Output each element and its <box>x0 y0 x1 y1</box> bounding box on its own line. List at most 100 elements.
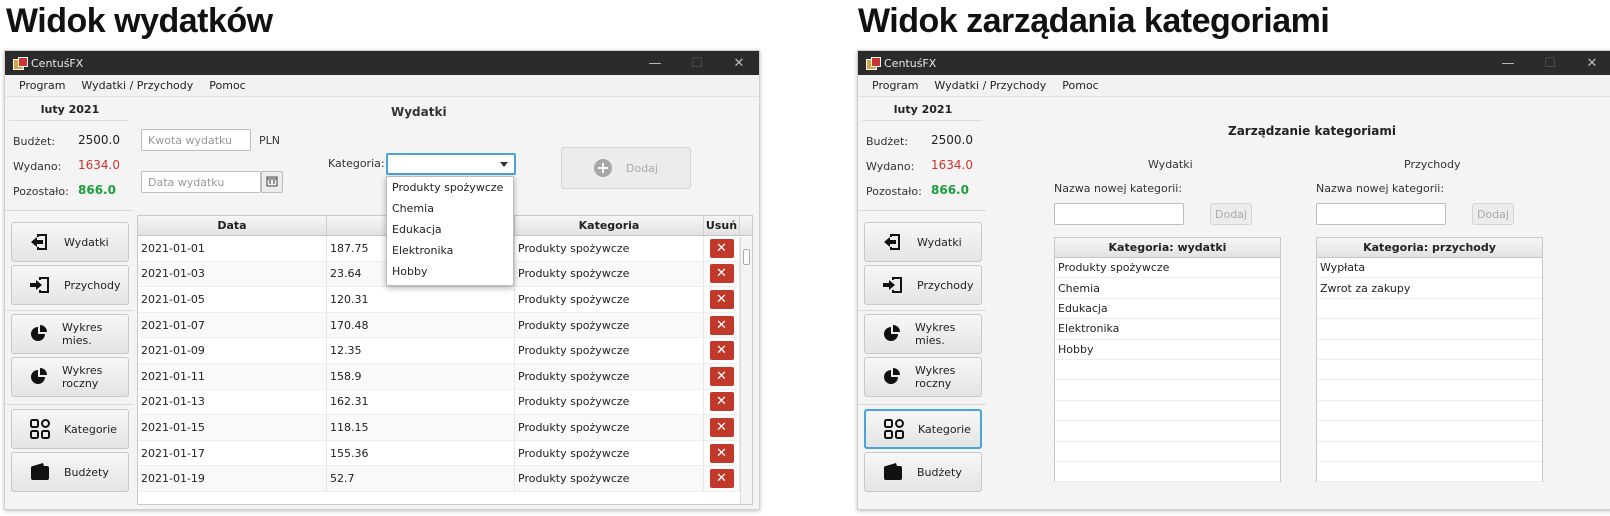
scroll-thumb[interactable] <box>743 249 750 265</box>
delete-row-button[interactable]: ✕ <box>709 238 734 258</box>
nav-categories-button[interactable]: Kategorie <box>11 409 129 449</box>
menu-help[interactable]: Pomoc <box>1062 79 1098 92</box>
nav-budgets-button[interactable]: Budżety <box>11 452 129 492</box>
table-row[interactable]: 2021-01-11 158.9 Produkty spożywcze ✕ <box>138 363 752 390</box>
delete-row-button[interactable]: ✕ <box>709 469 734 489</box>
menu-expenses-incomes[interactable]: Wydatki / Przychody <box>934 79 1046 92</box>
nav-expenses-button[interactable]: Wydatki <box>864 222 982 262</box>
expense-category-item[interactable]: Chemia <box>1055 278 1280 299</box>
income-category-item <box>1317 319 1542 340</box>
pie-chart-icon <box>30 367 48 387</box>
income-category-item <box>1317 401 1542 422</box>
add-income-category-button[interactable]: Dodaj <box>1472 203 1514 225</box>
amount-cell: 52.7 <box>327 466 515 491</box>
categories-window: CentuśFX — ☐ ✕ Program Wydatki / Przycho… <box>857 50 1610 510</box>
delete-cell: ✕ <box>704 261 740 287</box>
table-row[interactable]: 2021-01-05 120.31 Produkty spożywcze ✕ <box>138 287 752 313</box>
date-picker-button[interactable] <box>261 171 283 193</box>
menu-bar: Program Wydatki / Przychody Pomoc <box>5 75 759 97</box>
dropdown-option[interactable]: Edukacja <box>387 219 513 240</box>
category-cell: Produkty spożywcze <box>515 261 704 287</box>
nav-monthly-chart-button[interactable]: Wykres mies. <box>11 314 129 354</box>
delete-row-button[interactable]: ✕ <box>709 315 734 335</box>
menu-help[interactable]: Pomoc <box>209 79 245 92</box>
new-income-category-input[interactable] <box>1316 203 1446 225</box>
date-cell: 2021-01-17 <box>138 440 327 466</box>
category-cell: Produkty spożywcze <box>515 312 704 338</box>
dropdown-option[interactable]: Elektronika <box>387 240 513 261</box>
budget-value: 2500.0 <box>78 133 120 147</box>
amount-cell: 170.48 <box>327 312 515 338</box>
menu-expenses-incomes[interactable]: Wydatki / Przychody <box>81 79 193 92</box>
delete-row-button[interactable]: ✕ <box>709 417 734 437</box>
category-select[interactable] <box>386 153 516 175</box>
nav-budgets-button[interactable]: Budżety <box>864 452 982 492</box>
table-row[interactable]: 2021-01-13 162.31 Produkty spożywcze ✕ <box>138 389 752 416</box>
date-cell: 2021-01-07 <box>138 312 327 338</box>
table-body: Produkty spożywcze Chemia Edukacja Elektron… <box>1055 258 1280 483</box>
menu-program[interactable]: Program <box>872 79 918 92</box>
table-row[interactable]: 2021-01-15 118.15 Produkty spożywcze ✕ <box>138 415 752 441</box>
close-button[interactable]: ✕ <box>1572 51 1610 75</box>
delete-row-button[interactable]: ✕ <box>709 392 734 412</box>
income-category-item <box>1317 360 1542 381</box>
delete-row-button[interactable]: ✕ <box>709 289 734 309</box>
dropdown-option[interactable]: Hobby <box>387 261 513 282</box>
date-cell: 2021-01-19 <box>138 466 327 491</box>
column-category[interactable]: Kategoria <box>515 216 704 235</box>
nav-categories-button[interactable]: Kategorie <box>864 409 982 449</box>
nav-yearly-chart-button[interactable]: Wykres roczny <box>11 357 129 397</box>
column-delete[interactable]: Usuń <box>704 216 740 235</box>
nav-expenses-button[interactable]: Wydatki <box>11 222 129 262</box>
sign-out-icon <box>30 232 50 252</box>
maximize-button[interactable]: ☐ <box>1530 51 1570 75</box>
delete-row-button[interactable]: ✕ <box>709 366 734 386</box>
expense-category-item[interactable]: Edukacja <box>1055 299 1280 320</box>
maximize-button[interactable]: ☐ <box>677 51 717 75</box>
delete-row-button[interactable]: ✕ <box>709 264 734 284</box>
expense-category-item[interactable]: Elektronika <box>1055 319 1280 340</box>
new-expense-category-input[interactable] <box>1054 203 1184 225</box>
income-category-item <box>1317 442 1542 462</box>
delete-row-button[interactable]: ✕ <box>709 443 734 463</box>
add-expense-button[interactable]: Dodaj <box>561 147 691 189</box>
window-title: CentuśFX <box>31 56 84 70</box>
amount-cell: 120.31 <box>327 287 515 312</box>
amount-cell: 155.36 <box>327 440 515 466</box>
table-row[interactable]: 2021-01-17 155.36 Produkty spożywcze ✕ <box>138 440 752 467</box>
date-input[interactable]: Data wydatku <box>141 171 261 193</box>
nav-incomes-button[interactable]: Przychody <box>864 265 982 305</box>
table-header: Kategoria: przychody <box>1317 238 1542 258</box>
add-expense-category-button[interactable]: Dodaj <box>1210 203 1252 225</box>
minimize-button[interactable]: — <box>1488 51 1528 75</box>
minimize-button[interactable]: — <box>635 51 675 75</box>
expense-category-item <box>1055 401 1280 422</box>
category-cell: Produkty spożywcze <box>515 236 704 261</box>
table-row[interactable]: 2021-01-07 170.48 Produkty spożywcze ✕ <box>138 312 752 339</box>
app-icon <box>13 57 28 70</box>
dropdown-option[interactable]: Chemia <box>387 198 513 219</box>
close-button[interactable]: ✕ <box>719 51 759 75</box>
dropdown-option[interactable]: Produkty spożywcze <box>387 177 513 198</box>
amount-input[interactable]: Kwota wydatku <box>141 129 251 151</box>
expense-category-item[interactable]: Hobby <box>1055 340 1280 360</box>
delete-cell: ✕ <box>704 287 740 312</box>
table-header: Kategoria: wydatki <box>1055 238 1280 258</box>
income-category-item <box>1317 340 1542 360</box>
month-label: luty 2021 <box>40 103 100 116</box>
table-row[interactable]: 2021-01-19 52.7 Produkty spożywcze ✕ <box>138 466 752 492</box>
nav-incomes-button[interactable]: Przychody <box>11 265 129 305</box>
income-category-item[interactable]: Wypłata <box>1317 258 1542 279</box>
nav-yearly-chart-button[interactable]: Wykres roczny <box>864 357 982 397</box>
scrollbar[interactable] <box>740 237 752 504</box>
income-category-item[interactable]: Zwrot za zakupy <box>1317 278 1542 299</box>
table-row[interactable]: 2021-01-09 12.35 Produkty spożywcze ✕ <box>138 338 752 364</box>
delete-cell: ✕ <box>704 236 740 261</box>
remaining-value: 866.0 <box>931 183 969 197</box>
expense-category-item[interactable]: Produkty spożywcze <box>1055 258 1280 279</box>
menu-program[interactable]: Program <box>19 79 65 92</box>
column-date[interactable]: Data <box>138 216 327 235</box>
delete-row-button[interactable]: ✕ <box>709 341 734 361</box>
budget-label: Budżet: <box>866 135 909 148</box>
nav-monthly-chart-button[interactable]: Wykres mies. <box>864 314 982 354</box>
